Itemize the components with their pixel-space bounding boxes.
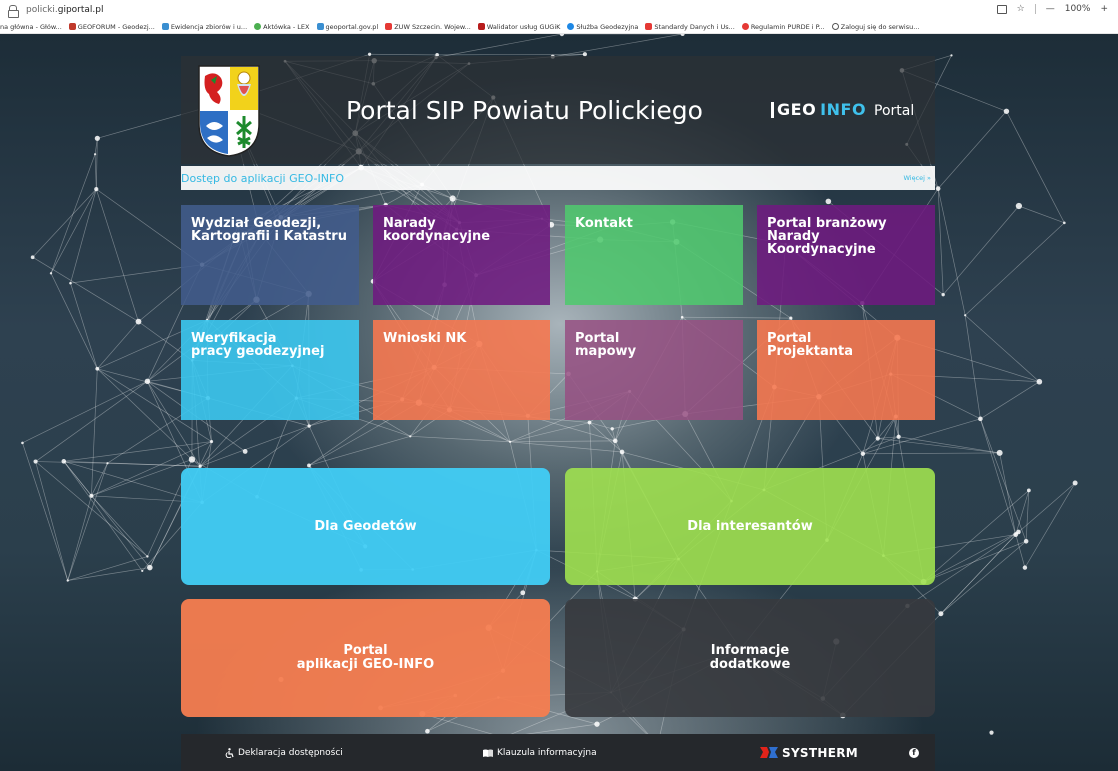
globe-icon (831, 23, 839, 30)
logo-geo-text: GEO (777, 100, 817, 119)
star-icon[interactable]: ☆ (1017, 4, 1025, 14)
big-tile-dla-geodetow[interactable]: Dla Geodetów (181, 468, 550, 585)
zoom-in-button[interactable]: + (1100, 4, 1108, 14)
big-tile-label: Dla interesantów (687, 518, 813, 534)
bookmark-favicon-icon (254, 23, 262, 30)
big-tile-portal-aplikacji[interactable]: Portal aplikacji GEO-INFO (181, 599, 550, 717)
tile-portal-mapowy[interactable]: Portal mapowy (565, 320, 743, 420)
tile-narady-koordynacyjne[interactable]: Narady koordynacyjne (373, 205, 550, 305)
tile-label: Weryfikacja pracy geodezyjnej (191, 331, 325, 359)
geo-info-logo: GEO INFO Portal (771, 100, 914, 119)
page-background: Portal SIP Powiatu Polickiego GEO INFO P… (0, 34, 1118, 771)
tile-portal-projektanta[interactable]: Portal Projektanta (757, 320, 935, 420)
tile-kontakt[interactable]: Kontakt (565, 205, 743, 305)
zoom-level[interactable]: 100% (1065, 4, 1091, 14)
systherm-logo[interactable]: SYSTHERM (760, 746, 858, 760)
bookmark-item[interactable]: Standardy Danych i Us... (645, 22, 735, 31)
address-url[interactable]: policki.giportal.pl (26, 5, 104, 15)
portal-container: Portal SIP Powiatu Polickiego GEO INFO P… (181, 56, 935, 771)
book-icon (483, 749, 493, 757)
bookmark-item[interactable]: Walidator usług GUGiK (477, 22, 561, 31)
bookmark-item[interactable]: Aktówka - LEX (254, 22, 310, 31)
bookmark-favicon-icon (645, 23, 653, 30)
accessibility-link[interactable]: Deklaracja dostępności (225, 748, 343, 758)
big-tile-dla-interesantow[interactable]: Dla interesantów (565, 468, 935, 585)
wheelchair-icon (225, 747, 234, 758)
bookmark-label: na główna - Głów... (0, 22, 62, 31)
bookmark-label: Walidator usług GUGiK (486, 22, 561, 31)
bookmark-label: geoportal.gov.pl (325, 22, 379, 31)
systherm-mark-icon (760, 747, 778, 758)
bookmark-label: Aktówka - LEX (263, 22, 310, 31)
bookmark-label: GEOFORUM - Geodezj... (77, 22, 155, 31)
bookmark-label: Regulamin PURDE i P... (750, 22, 825, 31)
access-bar: Dostęp do aplikacji GEO-INFO Więcej » (181, 166, 935, 190)
big-tile-label: Portal aplikacji GEO-INFO (296, 643, 435, 672)
logo-info-text: INFO (820, 100, 867, 119)
bookmark-favicon-icon (477, 23, 485, 30)
portal-header: Portal SIP Powiatu Polickiego GEO INFO P… (181, 56, 935, 164)
info-clause-label: Klauzula informacyjna (497, 747, 597, 758)
facebook-glyph: f (912, 748, 916, 757)
browser-controls: ☆ — 100% + (996, 4, 1108, 14)
logo-bar (771, 101, 774, 118)
tile-label: Wnioski NK (383, 331, 467, 346)
reader-view-icon[interactable] (996, 4, 1007, 14)
tile-weryfikacja[interactable]: Weryfikacja pracy geodezyjnej (181, 320, 359, 420)
accessibility-label: Deklaracja dostępności (238, 747, 343, 758)
big-tile-label: Informacje dodatkowe (709, 643, 791, 672)
tile-wnioski-nk[interactable]: Wnioski NK (373, 320, 550, 420)
big-tile-label: Dla Geodetów (314, 518, 417, 534)
bookmark-label: Służba Geodezyjna (576, 22, 639, 31)
facebook-icon[interactable]: f (909, 747, 919, 758)
bookmark-item[interactable]: na główna - Głów... (0, 23, 62, 31)
more-link[interactable]: Więcej » (903, 174, 931, 182)
zoom-out-button[interactable]: — (1046, 4, 1055, 14)
tile-label: Wydział Geodezji, Kartografii i Katastru (191, 216, 347, 244)
logo-portal-text: Portal (874, 103, 915, 119)
tile-label: Portal Projektanta (767, 331, 854, 359)
bookmark-favicon-icon (68, 23, 76, 30)
tile-portal-branzowy[interactable]: Portal branżowy Narady Koordynacyjne (757, 205, 935, 305)
bookmark-item[interactable]: Regulamin PURDE i P... (741, 22, 825, 31)
bookmark-favicon-icon (161, 23, 169, 30)
tile-label: Kontakt (575, 216, 633, 231)
bookmark-label: Ewidencja zbiorów i u... (170, 22, 248, 31)
bookmark-item[interactable]: ZUW Szczecin. Wojew... (385, 23, 471, 31)
bookmarks-bar: na główna - Głów... GEOFORUM - Geodezj..… (0, 20, 1118, 34)
systherm-wordmark: SYSTHERM (782, 745, 858, 760)
tile-label: Portal mapowy (575, 331, 637, 359)
coat-of-arms-icon (198, 65, 260, 157)
bookmark-item[interactable]: Ewidencja zbiorów i u... (161, 22, 248, 31)
bookmark-item[interactable]: geoportal.gov.pl (316, 22, 379, 31)
bookmark-favicon-icon (567, 23, 575, 30)
tile-label: Narady koordynacyjne (383, 216, 491, 244)
bookmark-favicon-icon (385, 23, 393, 30)
access-label[interactable]: Dostęp do aplikacji GEO-INFO (181, 172, 344, 185)
tile-label: Portal branżowy Narady Koordynacyjne (767, 216, 887, 257)
separator (1034, 4, 1036, 14)
bookmark-item[interactable]: GEOFORUM - Geodezj... (68, 22, 155, 31)
browser-address-bar: policki.giportal.pl ☆ — 100% + (0, 0, 1118, 20)
big-tile-informacje-dodatkowe[interactable]: Informacje dodatkowe (565, 599, 935, 717)
bookmark-favicon-icon (316, 23, 324, 30)
bookmark-label: Zaloguj się do serwisu... (840, 22, 920, 31)
bookmark-label: Standardy Danych i Us... (654, 22, 735, 31)
tile-wydzial-geodezji[interactable]: Wydział Geodezji, Kartografii i Katastru (181, 205, 359, 305)
info-clause-link[interactable]: Klauzula informacyjna (483, 748, 597, 758)
bookmark-item[interactable]: Służba Geodezyjna (567, 23, 638, 31)
page-title: Portal SIP Powiatu Polickiego (346, 96, 703, 125)
bookmark-favicon-icon (741, 23, 749, 30)
portal-footer: Deklaracja dostępności Klauzula informac… (181, 734, 935, 771)
lock-icon (8, 4, 19, 18)
bookmark-item[interactable]: Zaloguj się do serwisu... (831, 22, 920, 31)
bookmark-label: ZUW Szczecin. Wojew... (394, 22, 471, 31)
